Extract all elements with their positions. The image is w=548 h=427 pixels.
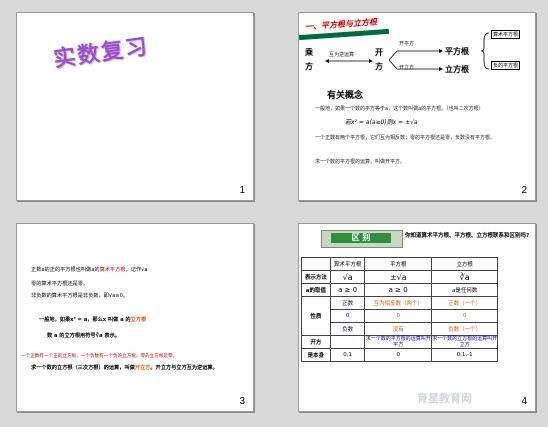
table-cell: 没有 — [364, 322, 432, 336]
header-cell: 算术平方根 — [329, 257, 366, 271]
concept-title: 有关概念 — [327, 91, 364, 101]
para-3: 非负数的算术平方根是非负数，即√a≥0。 — [31, 293, 129, 299]
cheng-label: 乘 — [305, 48, 313, 57]
table-cell: a ≥ 0 — [364, 283, 432, 297]
comparison-table: 算术平方根 平方根 立方根 表示方法 √a ±√a ∛a a的取值 a ≥ 0 … — [301, 257, 535, 362]
para-1b: 算术平方根 — [99, 267, 126, 273]
table-cell: 0 — [364, 309, 432, 323]
header-cell: 平方根 — [364, 257, 432, 271]
table-cell: 求一个数的立方根的运算叫开立方 — [430, 335, 499, 349]
fang-label: 方 — [305, 62, 313, 71]
last-c: 。开立方与立方互为逆运算。 — [150, 365, 218, 371]
concept-line1: 一般地，如果一个数的平方等于a，这个数叫做a的平方根。（也叫二次方根） — [315, 105, 484, 112]
slide-number: 1 — [239, 185, 245, 196]
banner-label: 区 别 — [331, 233, 391, 243]
brace-icon — [481, 32, 490, 70]
table-cell: a ≥ 0 — [329, 283, 366, 297]
concept-line3: 求一个数的平方根的运算，叫做开平方。 — [315, 159, 406, 165]
slide-1-title: 实数复习 — [51, 33, 151, 73]
table-row: 是本身 0,1 0 0,1,-1 — [301, 348, 535, 362]
cube-symbol: 数 a 的立方根用符号∛a 表示。 — [47, 333, 120, 339]
table-row: 表示方法 √a ±√a ∛a — [301, 270, 535, 284]
cube-def: 一般地，如果x³ = a，那么x 叫做 a 的立方根 — [39, 316, 146, 323]
slide-thumbnail-2[interactable]: 一、平方根与立方根 乘 方 互为逆运算 开 方 开平方 开立方 平方根 立方根 … — [298, 12, 536, 201]
header-cell — [301, 257, 331, 271]
cube-def-a: 一般地，如果x³ = a，那么x 叫做 a 的 — [39, 317, 131, 323]
table-row: 0 0 0 — [302, 309, 535, 323]
fu-box: 负的平方根 — [491, 61, 521, 70]
row-label: 正数 — [329, 296, 366, 310]
table-row: a的取值 a ≥ 0 a ≥ 0 a是任何数 — [301, 283, 535, 297]
formula: 若x² = a(a≥0)则x = ±√a — [345, 119, 418, 126]
slide-number: 3 — [239, 396, 245, 407]
slide-thumbnail-4[interactable]: 区 别 你知道算术平方根、平方根、立方根联系和区别吗? 算术平方根 平方根 立方… — [298, 223, 536, 412]
row-label: 是本身 — [301, 348, 331, 362]
para-1c: ，记作√a — [125, 267, 148, 273]
last-b: 开立方 — [134, 365, 151, 371]
table-row: 负数 没有 负数（一个） — [302, 322, 535, 336]
table-cell: 互为相反数（两个） — [364, 296, 432, 310]
pingfanggen-label: 平方根 — [445, 47, 469, 56]
banner: 区 别 — [321, 230, 403, 248]
row-label: 表示方法 — [301, 270, 331, 284]
row-label: a的取值 — [301, 283, 331, 297]
slide-thumbnail-1[interactable]: 实数复习 1 — [16, 12, 254, 201]
branch-arrows-icon — [388, 49, 443, 71]
para-2: 零的算术平方根还是零。 — [31, 281, 89, 287]
row-label: 0 — [329, 309, 366, 323]
table-cell — [329, 335, 366, 349]
table-cell: ±√a — [364, 270, 432, 284]
table-cell: 0 — [364, 348, 432, 362]
lifanggen-label: 立方根 — [445, 65, 469, 74]
table-cell: 求一个数的平方根的运算叫开平方 — [364, 335, 432, 349]
last-para: 求一个数的立方根（三次方根）的运算，叫做开立方。开立方与立方互为逆运算。 — [31, 364, 241, 372]
concept-line1-text: 一般地，如果一个数的平方等于a，这个数叫做a的平方根。 — [315, 106, 447, 112]
table-cell: 0 — [430, 309, 499, 323]
table-cell: a是任何数 — [430, 283, 499, 297]
table-cell: 负数（一个） — [430, 322, 499, 336]
table-row: 开方 求一个数的平方根的运算叫开平方 求一个数的立方根的运算叫开立方 — [301, 335, 535, 349]
cube-def-b: 立方根 — [130, 317, 147, 323]
inverse-label: 互为逆运算 — [329, 52, 355, 58]
last-a: 求一个数的立方根（三次方根）的运算，叫做 — [31, 365, 135, 371]
xingzhi-label: 性质 — [301, 296, 331, 336]
watermark: 育星教育网 — [417, 392, 472, 405]
concept-line1-note: （也叫二次方根） — [446, 106, 484, 112]
para-1: 正数a的正的平方根也叫做a的算术平方根，记作√a — [31, 266, 148, 273]
table-cell: ∛a — [430, 270, 499, 284]
slide-number: 4 — [521, 396, 527, 407]
red-line: 一个正数有一个正的立方根，一个负数有一个负的立方根，零的立方根是零。 — [21, 354, 178, 359]
slide-thumbnail-3[interactable]: 正数a的正的平方根也叫做a的算术平方根，记作√a 零的算术平方根还是零。 非负数… — [16, 223, 254, 412]
table-cell: √a — [329, 270, 366, 284]
inverse-arrow-icon — [325, 59, 373, 63]
table-cell: 正数（一个） — [430, 296, 499, 310]
row-label: 开方 — [301, 335, 331, 349]
table-cell: 0,1 — [329, 348, 366, 362]
table-cell: 0,1,-1 — [430, 348, 499, 362]
para-1a: 正数a的正的平方根也叫做a的 — [31, 267, 100, 273]
table-row: 算术平方根 平方根 立方根 — [301, 257, 535, 271]
kai-label: 开 — [375, 48, 383, 57]
concept-line2: 一个正数有两个平方根，它们互为相反数；零的平方根还是零，负数没有平方根。 — [315, 135, 496, 141]
fang2-label: 方 — [375, 62, 383, 71]
slide-number: 2 — [521, 185, 527, 196]
header-cell: 立方根 — [430, 257, 499, 271]
row-label: 负数 — [329, 322, 366, 336]
suanshu-box: 算术平方根 — [491, 30, 521, 39]
question: 你知道算术平方根、平方根、立方根联系和区别吗? — [405, 233, 530, 239]
table-row: 性质 正数 互为相反数（两个） 正数（一个） — [301, 296, 535, 336]
